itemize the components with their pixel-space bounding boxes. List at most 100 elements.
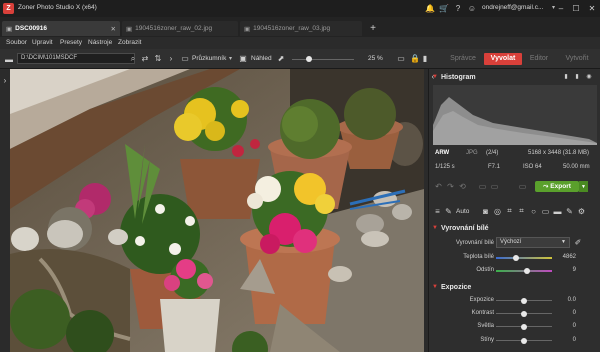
aperture: F7.1 (488, 164, 501, 170)
bell-icon[interactable]: 🔔 (425, 2, 435, 14)
history-icon[interactable]: ⟲ (458, 181, 467, 191)
camera-icon[interactable]: ◙ (481, 206, 490, 216)
image-icon: ▣ (244, 25, 251, 33)
browser-icon[interactable]: ▭ (180, 52, 190, 65)
preview-label[interactable]: Náhled (251, 55, 272, 62)
menu-zobrazit[interactable]: Zobrazit (118, 39, 141, 46)
cart-icon[interactable]: 🛒 (439, 2, 449, 14)
undo-icon[interactable]: ↶ (434, 181, 443, 191)
eraser-icon[interactable]: ▬ (553, 206, 562, 216)
lens-icon[interactable]: ◎ (493, 206, 502, 216)
exposure-header[interactable]: ▼ Expozice (432, 281, 598, 293)
exposure-row-value[interactable]: 0 (556, 337, 576, 343)
auto-icon[interactable]: ✎ (444, 206, 453, 216)
mode-editor[interactable]: Editor (524, 53, 554, 65)
fit-icon[interactable]: ▭ (396, 52, 406, 65)
zoom-slider[interactable] (292, 59, 354, 60)
exposure-row-slider-knob[interactable] (521, 338, 527, 344)
refresh-icon[interactable]: ⇄ (140, 52, 150, 65)
tab-raw-03[interactable]: ▣ 1904516zoner_raw_03.jpg (240, 21, 362, 36)
eyedropper-icon[interactable]: ✐ (573, 237, 583, 248)
wb-mode-label: Vyrovnání bílé (455, 240, 494, 246)
mode-vytvorit[interactable]: Vytvořit (558, 53, 596, 65)
app-logo-icon: Z (3, 3, 14, 14)
white-balance-header[interactable]: ▼ Vyrovnání bílé (432, 222, 598, 234)
temperature-label: Teplota bílé (463, 254, 494, 260)
pin-icon[interactable]: ▮ (421, 52, 429, 65)
next-icon[interactable]: › (167, 52, 175, 65)
tab-raw-02[interactable]: ▣ 1904516zoner_raw_02.jpg (122, 21, 238, 36)
exposure-row-value[interactable]: 0 (556, 310, 576, 316)
histogram-settings-icon[interactable]: ◉ (585, 71, 593, 81)
iso: ISO 64 (523, 164, 542, 170)
minimize-icon[interactable]: – (554, 2, 568, 14)
compare-icon[interactable]: ▭ (518, 181, 527, 191)
zoom-value: 25 % (368, 55, 383, 62)
sort-icon[interactable]: ⇅ (153, 52, 163, 65)
image-dimensions: 5168 x 3448 (31.8 MB) (528, 150, 590, 156)
shutter-speed: 1/125 s (435, 164, 455, 170)
add-tab-icon[interactable]: + (367, 21, 379, 35)
left-panel-strip: › (0, 69, 10, 352)
menu-upravit[interactable]: Upravit (32, 39, 53, 46)
exposure-row-value[interactable]: 0.0 (556, 297, 576, 303)
help-icon[interactable]: ? (453, 2, 463, 14)
brush-icon[interactable]: ✎ (565, 206, 574, 216)
crop-icon[interactable]: ⌗ (517, 206, 526, 216)
redo-icon[interactable]: ↷ (446, 181, 455, 191)
gradient-icon[interactable]: ▭ (541, 206, 550, 216)
export-button[interactable]: ⤳ Export (535, 181, 579, 192)
menu-presety[interactable]: Presety (60, 39, 82, 46)
view-mode-select[interactable]: Průzkumník (192, 55, 226, 62)
format-jpg[interactable]: JPG (466, 150, 478, 156)
account-name[interactable]: ondrejneff@gmail.c... (482, 4, 543, 11)
transform-icon[interactable]: ⌗ (505, 206, 514, 216)
format-raw[interactable]: ARW (435, 150, 449, 156)
mode-spravce[interactable]: Správce (443, 53, 483, 65)
mode-vyvolat[interactable]: Vyvolat (484, 53, 522, 65)
histogram-channel-icon[interactable]: ▮ (573, 71, 581, 81)
close-icon[interactable]: ✕ (585, 2, 599, 14)
copy-settings-icon[interactable]: ▭ (478, 181, 487, 191)
window-title: Zoner Photo Studio X (x64) (18, 4, 97, 11)
export-label: Export (550, 183, 571, 190)
histogram-mode-icon[interactable]: ▮ (562, 71, 570, 81)
exposure-title: Expozice (440, 283, 472, 291)
path-input[interactable]: D:\DCIM\101MSDCF (17, 53, 135, 64)
preview-icon[interactable]: ▣ (238, 52, 248, 65)
temperature-value[interactable]: 4862 (556, 254, 576, 260)
zoom-slider-knob[interactable] (306, 56, 312, 62)
circle-filter-icon[interactable]: ○ (529, 206, 538, 216)
tab-close-icon[interactable]: ✕ (111, 25, 116, 33)
temperature-slider-knob[interactable] (513, 255, 519, 261)
title-bar: Z Zoner Photo Studio X (x64) 🔔 🛒 ? ☺ ond… (0, 0, 600, 17)
wb-mode-value: Výchozí (500, 239, 522, 245)
external-icon[interactable]: ⬈ (276, 52, 286, 65)
temperature-slider[interactable] (496, 257, 552, 259)
maximize-icon[interactable]: ☐ (569, 2, 583, 14)
export-dropdown-icon[interactable]: ▼ (579, 181, 588, 192)
tint-slider-knob[interactable] (524, 268, 530, 274)
tint-value[interactable]: 9 (556, 267, 576, 273)
paste-settings-icon[interactable]: ▭ (490, 181, 499, 191)
wb-mode-select[interactable]: Výchozí ▼ (496, 237, 570, 248)
exposure-row-slider-knob[interactable] (521, 298, 527, 304)
image-icon: ▣ (126, 25, 133, 33)
settings-icon[interactable]: ⚙ (577, 206, 586, 216)
menu-soubor[interactable]: Soubor (6, 39, 27, 46)
folder-icon[interactable]: ▬ (3, 53, 15, 65)
user-icon[interactable]: ☺ (467, 2, 477, 14)
main-photo[interactable] (10, 69, 424, 352)
tint-label: Odstín (476, 267, 494, 273)
collapse-left-icon[interactable]: › (1, 75, 9, 85)
view-dropdown-icon[interactable]: ▾ (229, 55, 232, 62)
exposure-row-slider-knob[interactable] (521, 311, 527, 317)
lock-icon[interactable]: 🔒 (410, 52, 420, 65)
exposure-row-slider-knob[interactable] (521, 324, 527, 330)
exposure-row-value[interactable]: 0 (556, 323, 576, 329)
search-icon[interactable]: ⌕ (128, 52, 138, 65)
auto-label[interactable]: Auto (456, 208, 469, 215)
tab-dsc00916[interactable]: ▣ DSC00916 ✕ (2, 21, 120, 36)
adjustments-icon[interactable]: ≡ (433, 206, 442, 216)
menu-nastroje[interactable]: Nástroje (88, 39, 112, 46)
